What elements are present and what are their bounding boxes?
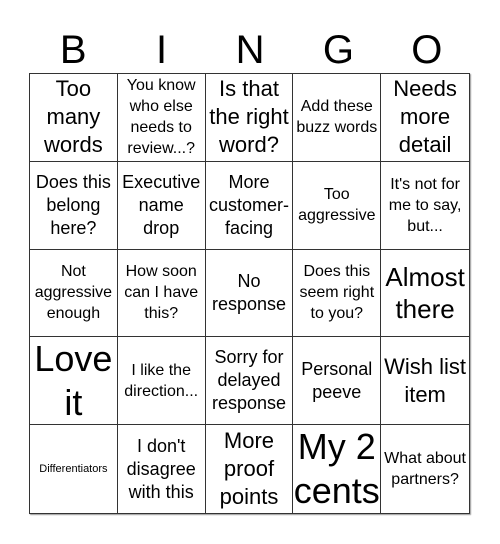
header-letter: N — [235, 28, 265, 72]
bingo-cell[interactable]: More proof points — [206, 425, 294, 513]
bingo-cell[interactable]: Too aggressive — [293, 161, 382, 250]
bingo-cell[interactable]: Add these buzz words — [293, 74, 382, 162]
bingo-cell[interactable]: Executive name drop — [117, 161, 206, 250]
bingo-grid: Too many words You know who else needs t… — [29, 73, 470, 514]
bingo-cell[interactable]: Does this seem right to you? — [293, 249, 382, 338]
bingo-cell[interactable]: I like the direction... — [117, 337, 206, 426]
bingo-cell[interactable]: Personal peeve — [293, 337, 382, 426]
header-letter: O — [411, 28, 443, 72]
header-letter: I — [156, 28, 168, 72]
bingo-cell[interactable]: How soon can I have this? — [117, 249, 206, 338]
bingo-cell[interactable]: Love it — [30, 337, 118, 426]
bingo-cell[interactable]: It's not for me to say, but... — [381, 162, 469, 250]
bingo-cell[interactable]: Sorry for delayed response — [205, 337, 294, 426]
bingo-cell[interactable]: Needs more detail — [381, 74, 469, 162]
header-letter: G — [322, 28, 354, 72]
bingo-cell[interactable]: Too many words — [30, 74, 118, 162]
bingo-cell[interactable]: Is that the right word? — [205, 74, 294, 162]
bingo-cell[interactable]: What about partners? — [381, 425, 469, 513]
bingo-header: B I N G O — [29, 28, 471, 72]
bingo-cell[interactable]: My 2 cents — [293, 425, 382, 513]
bingo-cell[interactable]: No response — [205, 249, 294, 338]
bingo-cell[interactable]: More customer-facing — [205, 161, 294, 250]
bingo-cell[interactable]: You know who else needs to review...? — [117, 74, 206, 162]
bingo-cell[interactable]: I don't disagree with this — [118, 425, 206, 513]
bingo-cell[interactable]: Almost there — [381, 250, 469, 338]
bingo-cell[interactable]: Differentiators — [30, 425, 118, 513]
bingo-cell[interactable]: Does this belong here? — [30, 161, 118, 250]
header-letter: B — [59, 28, 87, 72]
bingo-cell[interactable]: Wish list item — [381, 337, 469, 426]
bingo-cell[interactable]: Not aggressive enough — [30, 249, 118, 338]
